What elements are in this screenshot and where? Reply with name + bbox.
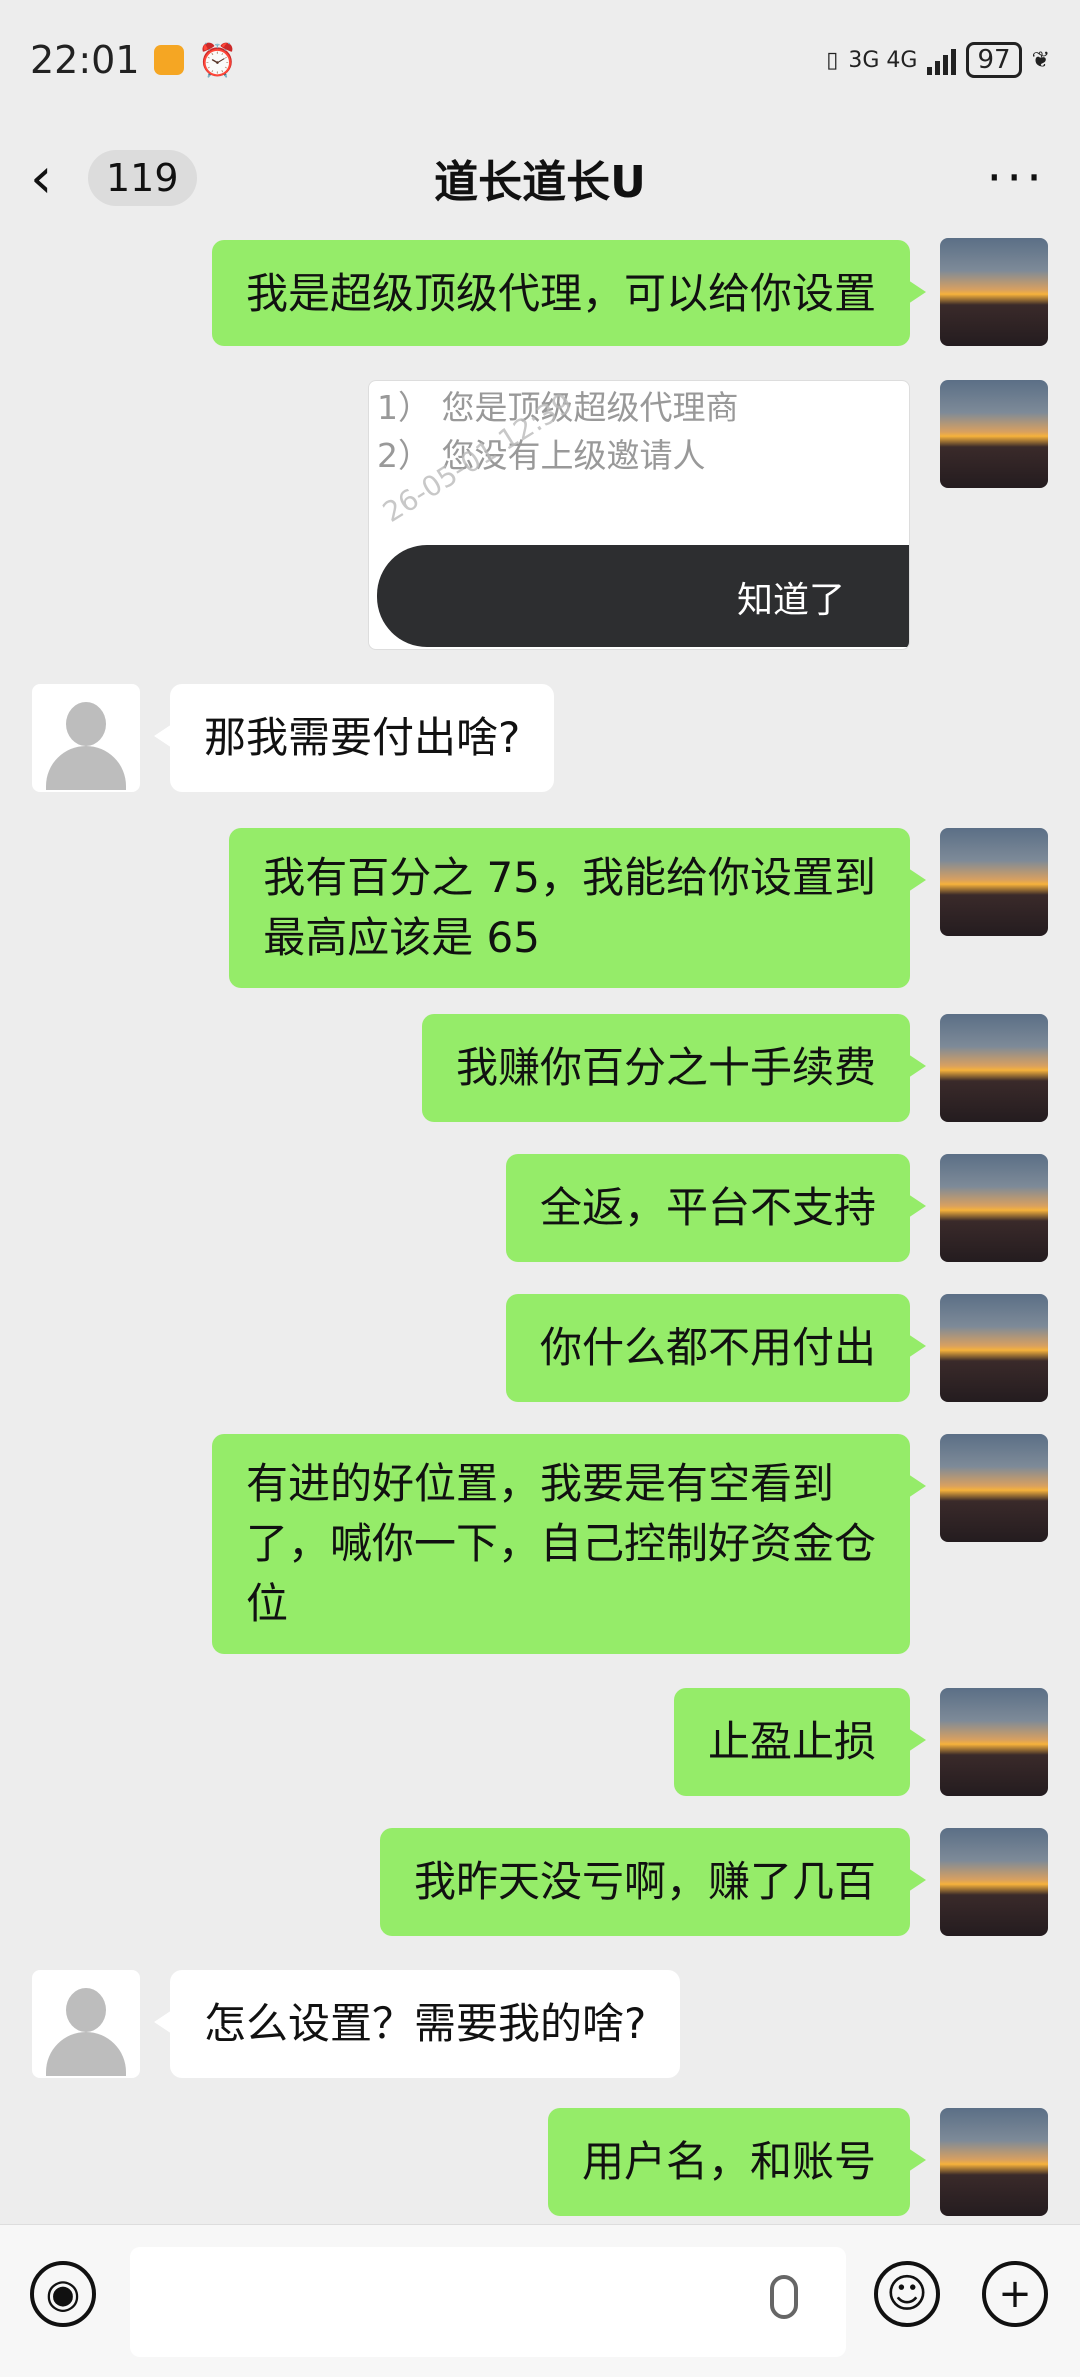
microphone-icon[interactable] <box>770 2275 798 2319</box>
leaf-icon: ❦ <box>1031 47 1050 73</box>
message-input[interactable] <box>130 2247 846 2357</box>
status-bar: 22:01 ⏰ ▯ 3G 4G 97 ❦ <box>0 0 1080 120</box>
add-attachment-icon[interactable]: + <box>982 2261 1048 2327</box>
input-bar: ◉ ☺ + <box>0 2224 1080 2377</box>
self-avatar[interactable] <box>940 1154 1048 1262</box>
self-avatar[interactable] <box>940 1688 1048 1796</box>
voice-mode-icon[interactable]: ◉ <box>30 2261 96 2327</box>
self-avatar[interactable] <box>940 828 1048 936</box>
message-bubble[interactable]: 我是超级顶级代理，可以给你设置 <box>211 240 927 346</box>
message-bubble[interactable]: 我有百分之 75，我能给你设置到 最高应该是 65 <box>229 828 926 988</box>
message-bubble[interactable]: 那我需要付出啥? <box>153 684 555 792</box>
back-chevron-icon[interactable]: ‹ <box>30 146 80 211</box>
more-options-icon[interactable]: ··· <box>986 149 1046 207</box>
status-time: 22:01 <box>30 38 140 82</box>
message-bubble[interactable]: 你什么都不用付出 <box>505 1294 927 1402</box>
image-ok-label: 知道了 <box>736 580 845 621</box>
image-message[interactable]: 1） 您是顶级超级代理商 2） 您没有上级邀请人 26-05-01 12:39 … <box>368 380 910 650</box>
network-label: 3G 4G <box>848 47 918 73</box>
self-avatar[interactable] <box>940 380 1048 488</box>
app-notification-icon <box>153 45 184 75</box>
self-avatar[interactable] <box>940 1828 1048 1936</box>
self-avatar[interactable] <box>940 1014 1048 1122</box>
vibrate-icon: ▯ <box>826 47 839 73</box>
self-avatar[interactable] <box>940 1434 1048 1542</box>
alarm-icon: ⏰ <box>197 41 238 79</box>
emoji-icon[interactable]: ☺ <box>874 2261 940 2327</box>
self-avatar[interactable] <box>940 1294 1048 1402</box>
message-bubble[interactable]: 我赚你百分之十手续费 <box>421 1014 927 1122</box>
self-avatar[interactable] <box>940 238 1048 346</box>
chat-header: ‹ 119 道长道长U ··· <box>0 120 1080 236</box>
battery-level: 97 <box>966 42 1022 78</box>
message-bubble[interactable]: 止盈止损 <box>673 1688 927 1796</box>
contact-avatar[interactable] <box>32 684 140 792</box>
unread-count-badge[interactable]: 119 <box>88 150 197 206</box>
contact-avatar[interactable] <box>32 1970 140 2078</box>
message-bubble[interactable]: 有进的好位置，我要是有空看到 了，喊你一下，自己控制好资金仓 位 <box>211 1434 927 1654</box>
message-bubble[interactable]: 用户名，和账号 <box>547 2108 927 2216</box>
message-bubble[interactable]: 我昨天没亏啊，赚了几百 <box>379 1828 927 1936</box>
message-bubble[interactable]: 怎么设置？需要我的啥? <box>153 1970 681 2078</box>
self-avatar[interactable] <box>940 2108 1048 2216</box>
message-bubble[interactable]: 全返，平台不支持 <box>505 1154 927 1262</box>
signal-icon <box>927 45 957 75</box>
chat-message-list[interactable]: 我是超级顶级代理，可以给你设置 1） 您是顶级超级代理商 2） 您没有上级邀请人… <box>0 236 1080 2224</box>
